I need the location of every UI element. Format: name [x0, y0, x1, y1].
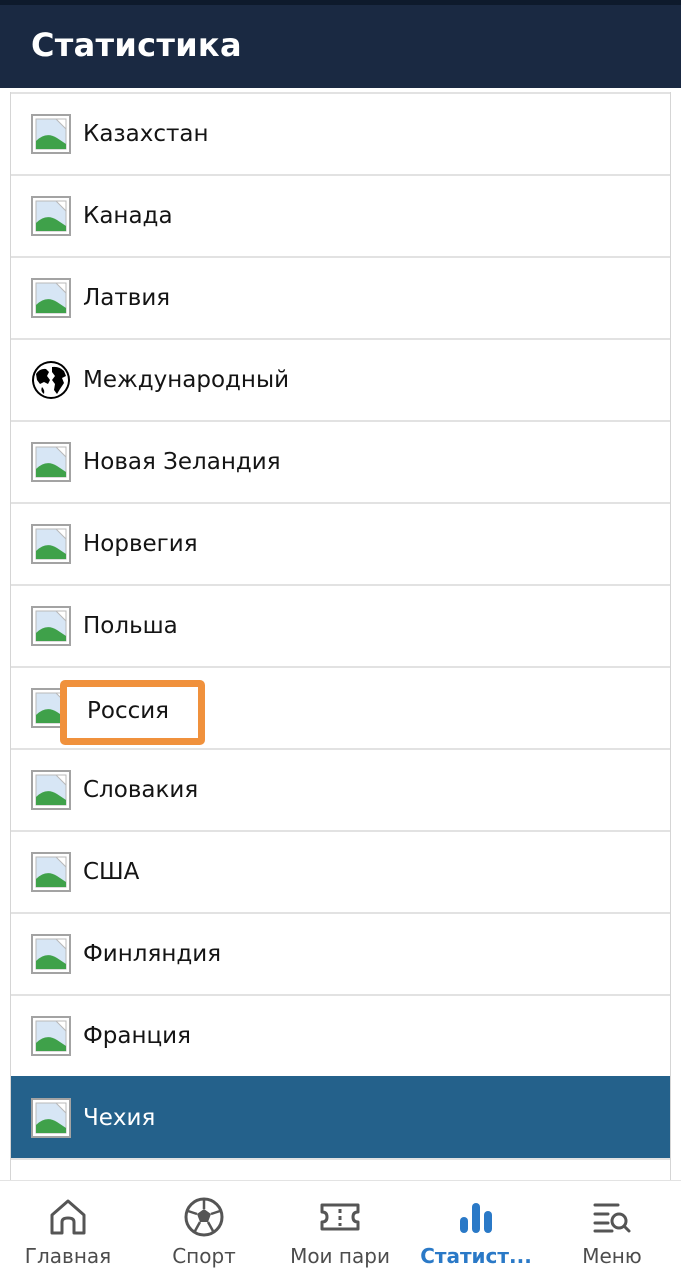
country-row-international[interactable]: Международный — [11, 338, 670, 420]
broken-image-icon — [31, 934, 71, 974]
nav-menu[interactable]: Меню — [544, 1181, 680, 1280]
broken-image-icon — [31, 606, 71, 646]
country-row-usa[interactable]: США — [11, 830, 670, 912]
country-label: Международный — [83, 367, 290, 393]
globe-icon — [32, 361, 70, 399]
country-row-new-zealand[interactable]: Новая Зеландия — [11, 420, 670, 502]
country-list[interactable]: Казахстан Канада Латвия Международный Но… — [10, 92, 671, 1180]
country-row-france[interactable]: Франция — [11, 994, 670, 1076]
bar-chart-icon — [460, 1203, 492, 1233]
statistics-screen: Статистика Казахстан Канада Латвия Между… — [0, 0, 681, 1280]
nav-statistics[interactable]: Статист... — [408, 1181, 544, 1280]
nav-label: Спорт — [172, 1244, 236, 1268]
nav-label: Статист... — [420, 1244, 532, 1268]
country-row-canada[interactable]: Канада — [11, 174, 670, 256]
country-row-czechia[interactable]: Чехия — [11, 1076, 670, 1158]
country-row-next[interactable] — [11, 1158, 670, 1180]
country-row-latvia[interactable]: Латвия — [11, 256, 670, 338]
nav-label: Меню — [582, 1244, 642, 1268]
country-label: Словакия — [83, 777, 199, 803]
country-label: Финляндия — [83, 941, 222, 967]
broken-image-icon — [31, 278, 71, 318]
page-title: Статистика — [31, 26, 242, 64]
broken-image-icon — [31, 442, 71, 482]
nav-my-bets[interactable]: Мои пари — [272, 1181, 408, 1280]
country-row-kazakhstan[interactable]: Казахстан — [11, 92, 670, 174]
broken-image-icon — [31, 770, 71, 810]
country-label: Франция — [83, 1023, 191, 1049]
soccer-ball-icon — [184, 1197, 224, 1237]
broken-image-icon — [31, 114, 71, 154]
country-label: Польша — [83, 613, 178, 639]
country-row-norway[interactable]: Норвегия — [11, 502, 670, 584]
app-header: Статистика — [0, 5, 681, 88]
nav-label: Главная — [24, 1244, 112, 1268]
menu-search-icon — [593, 1203, 631, 1233]
nav-home[interactable]: Главная — [0, 1181, 136, 1280]
country-label: Россия — [87, 698, 170, 724]
country-label: США — [83, 859, 140, 885]
country-row-finland[interactable]: Финляндия — [11, 912, 670, 994]
nav-sport[interactable]: Спорт — [136, 1181, 272, 1280]
home-icon — [50, 1199, 86, 1235]
country-label: Норвегия — [83, 531, 198, 557]
broken-image-icon — [31, 196, 71, 236]
highlight-box: Россия — [60, 680, 205, 745]
country-label: Канада — [83, 203, 173, 229]
country-row-slovakia[interactable]: Словакия — [11, 748, 670, 830]
country-label: Латвия — [83, 285, 171, 311]
country-label: Чехия — [83, 1105, 156, 1131]
broken-image-icon — [31, 852, 71, 892]
bottom-nav: Главная Спорт Мои пари Статист... Меню — [0, 1180, 681, 1280]
country-label: Новая Зеландия — [83, 449, 281, 475]
country-row-poland[interactable]: Польша — [11, 584, 670, 666]
nav-label: Мои пари — [290, 1244, 390, 1268]
country-label: Казахстан — [83, 121, 209, 147]
broken-image-icon — [31, 1016, 71, 1056]
ticket-icon — [320, 1203, 360, 1231]
broken-image-icon — [31, 1098, 71, 1138]
broken-image-icon — [31, 524, 71, 564]
